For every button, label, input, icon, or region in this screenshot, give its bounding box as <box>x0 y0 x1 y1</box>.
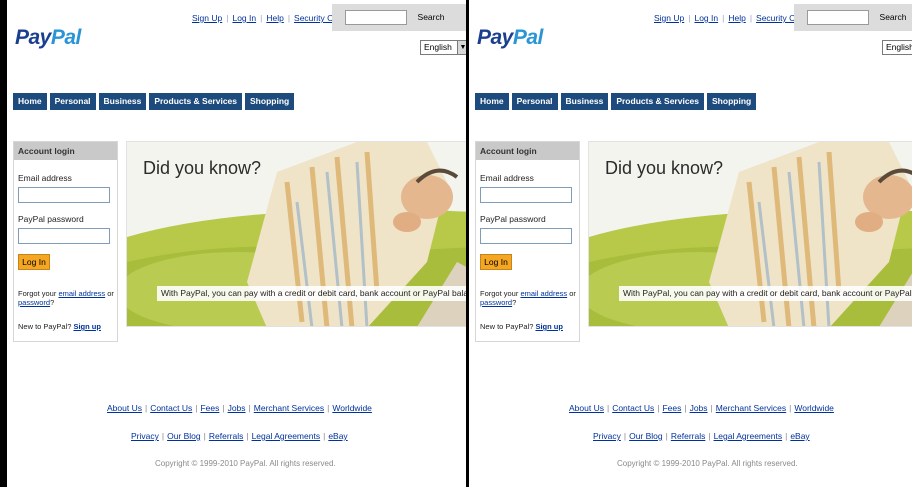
search-button[interactable]: Search <box>412 10 450 25</box>
email-field[interactable] <box>480 187 572 203</box>
footer-fees-link[interactable]: Fees <box>200 403 219 413</box>
new-to-paypal-text: New to PayPal? Sign up <box>480 322 563 331</box>
top-links: Sign Up | Log In | Help | Security Center <box>192 13 353 23</box>
tab-personal[interactable]: Personal <box>511 93 558 110</box>
forgot-text: Forgot your email address or password? <box>18 289 114 307</box>
footer-privacy-link[interactable]: Privacy <box>593 431 621 441</box>
email-label: Email address <box>18 173 72 183</box>
login-link[interactable]: Log In <box>694 13 718 23</box>
account-login-panel: Account login Email address PayPal passw… <box>13 141 118 342</box>
main-nav: Home Personal Business Products & Servic… <box>13 93 297 110</box>
footer-contact-link[interactable]: Contact Us <box>612 403 654 413</box>
tab-business[interactable]: Business <box>98 93 147 110</box>
language-select[interactable]: English ▼ <box>420 40 466 55</box>
footer-ebay-link[interactable]: eBay <box>790 431 809 441</box>
login-heading: Account login <box>14 142 117 160</box>
tab-products-services[interactable]: Products & Services <box>149 93 243 110</box>
footer-merchant-link[interactable]: Merchant Services <box>254 403 324 413</box>
email-label: Email address <box>480 173 534 183</box>
footer-about-link[interactable]: About Us <box>107 403 142 413</box>
main-nav: Home Personal Business Products & Servic… <box>475 93 759 110</box>
search-area: Search <box>794 4 912 31</box>
login-heading: Account login <box>476 142 579 160</box>
footer-legal-link[interactable]: Legal Agreements <box>252 431 321 441</box>
footer-fees-link[interactable]: Fees <box>662 403 681 413</box>
tab-home[interactable]: Home <box>475 93 509 110</box>
forgot-text: Forgot your email address or password? <box>480 289 576 307</box>
paypal-logo[interactable]: PayPal <box>477 26 543 50</box>
footer-links-row-1: About Us | Contact Us | Fees | Jobs | Merchant S… <box>107 403 372 413</box>
footer-worldwide-link[interactable]: Worldwide <box>794 403 834 413</box>
banner-caption: With PayPal, you can pay with a credit o… <box>157 286 466 301</box>
screenshot-pane-right: Sign Up | Log In | Help | Security Center Sear… <box>469 0 912 487</box>
tab-personal[interactable]: Personal <box>49 93 96 110</box>
footer-referrals-link[interactable]: Referrals <box>671 431 705 441</box>
language-select[interactable]: English ▼ <box>882 40 912 55</box>
new-to-paypal-text: New to PayPal? Sign up <box>18 322 101 331</box>
search-input[interactable] <box>807 10 869 25</box>
copyright: Copyright © 1999-2010 PayPal. All rights… <box>617 459 798 468</box>
footer-contact-link[interactable]: Contact Us <box>150 403 192 413</box>
top-links: Sign Up | Log In | Help | Security Center <box>654 13 815 23</box>
language-value: English <box>886 42 912 52</box>
footer-links-row-1: About Us | Contact Us | Fees | Jobs | Merchant S… <box>569 403 834 413</box>
signup-link[interactable]: Sign Up <box>654 13 684 23</box>
page-container: Sign Up | Log In | Help | Security Center Sear… <box>469 0 912 487</box>
footer-legal-link[interactable]: Legal Agreements <box>714 431 783 441</box>
footer-ebay-link[interactable]: eBay <box>328 431 347 441</box>
footer-referrals-link[interactable]: Referrals <box>209 431 243 441</box>
tab-products-services[interactable]: Products & Services <box>611 93 705 110</box>
tab-shopping[interactable]: Shopping <box>707 93 757 110</box>
password-field[interactable] <box>480 228 572 244</box>
footer-merchant-link[interactable]: Merchant Services <box>716 403 786 413</box>
account-login-panel: Account login Email address PayPal passw… <box>475 141 580 342</box>
signup-link-panel[interactable]: Sign up <box>73 322 101 331</box>
password-label: PayPal password <box>480 214 546 224</box>
help-link[interactable]: Help <box>728 13 745 23</box>
footer-privacy-link[interactable]: Privacy <box>131 431 159 441</box>
promo-banner[interactable]: Did you know? With PayPal, you can pay w… <box>126 141 466 327</box>
email-field[interactable] <box>18 187 110 203</box>
footer-jobs-link[interactable]: Jobs <box>690 403 708 413</box>
copyright: Copyright © 1999-2010 PayPal. All rights… <box>155 459 336 468</box>
screenshot-pane-left: Sign Up | Log In | Help | Security Center Sear… <box>7 0 466 487</box>
tab-business[interactable]: Business <box>560 93 609 110</box>
banner-caption: With PayPal, you can pay with a credit o… <box>619 286 912 301</box>
promo-banner[interactable]: Did you know? With PayPal, you can pay w… <box>588 141 912 327</box>
forgot-email-link[interactable]: email address <box>58 289 105 298</box>
login-link[interactable]: Log In <box>232 13 256 23</box>
chevron-down-icon[interactable]: ▼ <box>457 41 466 54</box>
password-field[interactable] <box>18 228 110 244</box>
forgot-password-link[interactable]: password <box>18 298 50 307</box>
search-input[interactable] <box>345 10 407 25</box>
footer-blog-link[interactable]: Our Blog <box>167 431 201 441</box>
search-area: Search <box>332 4 466 31</box>
banner-title: Did you know? <box>605 158 724 178</box>
password-label: PayPal password <box>18 214 84 224</box>
footer-links-row-2: Privacy | Our Blog | Referrals | Legal Agreeme… <box>593 431 810 441</box>
forgot-email-link[interactable]: email address <box>520 289 567 298</box>
help-link[interactable]: Help <box>266 13 283 23</box>
footer-worldwide-link[interactable]: Worldwide <box>332 403 372 413</box>
language-value: English <box>424 42 452 52</box>
signup-link[interactable]: Sign Up <box>192 13 222 23</box>
search-button[interactable]: Search <box>874 10 912 25</box>
paypal-logo[interactable]: PayPal <box>15 26 81 50</box>
login-button[interactable]: Log In <box>480 254 512 270</box>
footer-about-link[interactable]: About Us <box>569 403 604 413</box>
footer-links-row-2: Privacy | Our Blog | Referrals | Legal Agreeme… <box>131 431 348 441</box>
page-container: Sign Up | Log In | Help | Security Center Sear… <box>7 0 466 487</box>
footer-blog-link[interactable]: Our Blog <box>629 431 663 441</box>
banner-title: Did you know? <box>143 158 262 178</box>
signup-link-panel[interactable]: Sign up <box>535 322 563 331</box>
login-button[interactable]: Log In <box>18 254 50 270</box>
tab-shopping[interactable]: Shopping <box>245 93 295 110</box>
tab-home[interactable]: Home <box>13 93 47 110</box>
forgot-password-link[interactable]: password <box>480 298 512 307</box>
footer-jobs-link[interactable]: Jobs <box>228 403 246 413</box>
